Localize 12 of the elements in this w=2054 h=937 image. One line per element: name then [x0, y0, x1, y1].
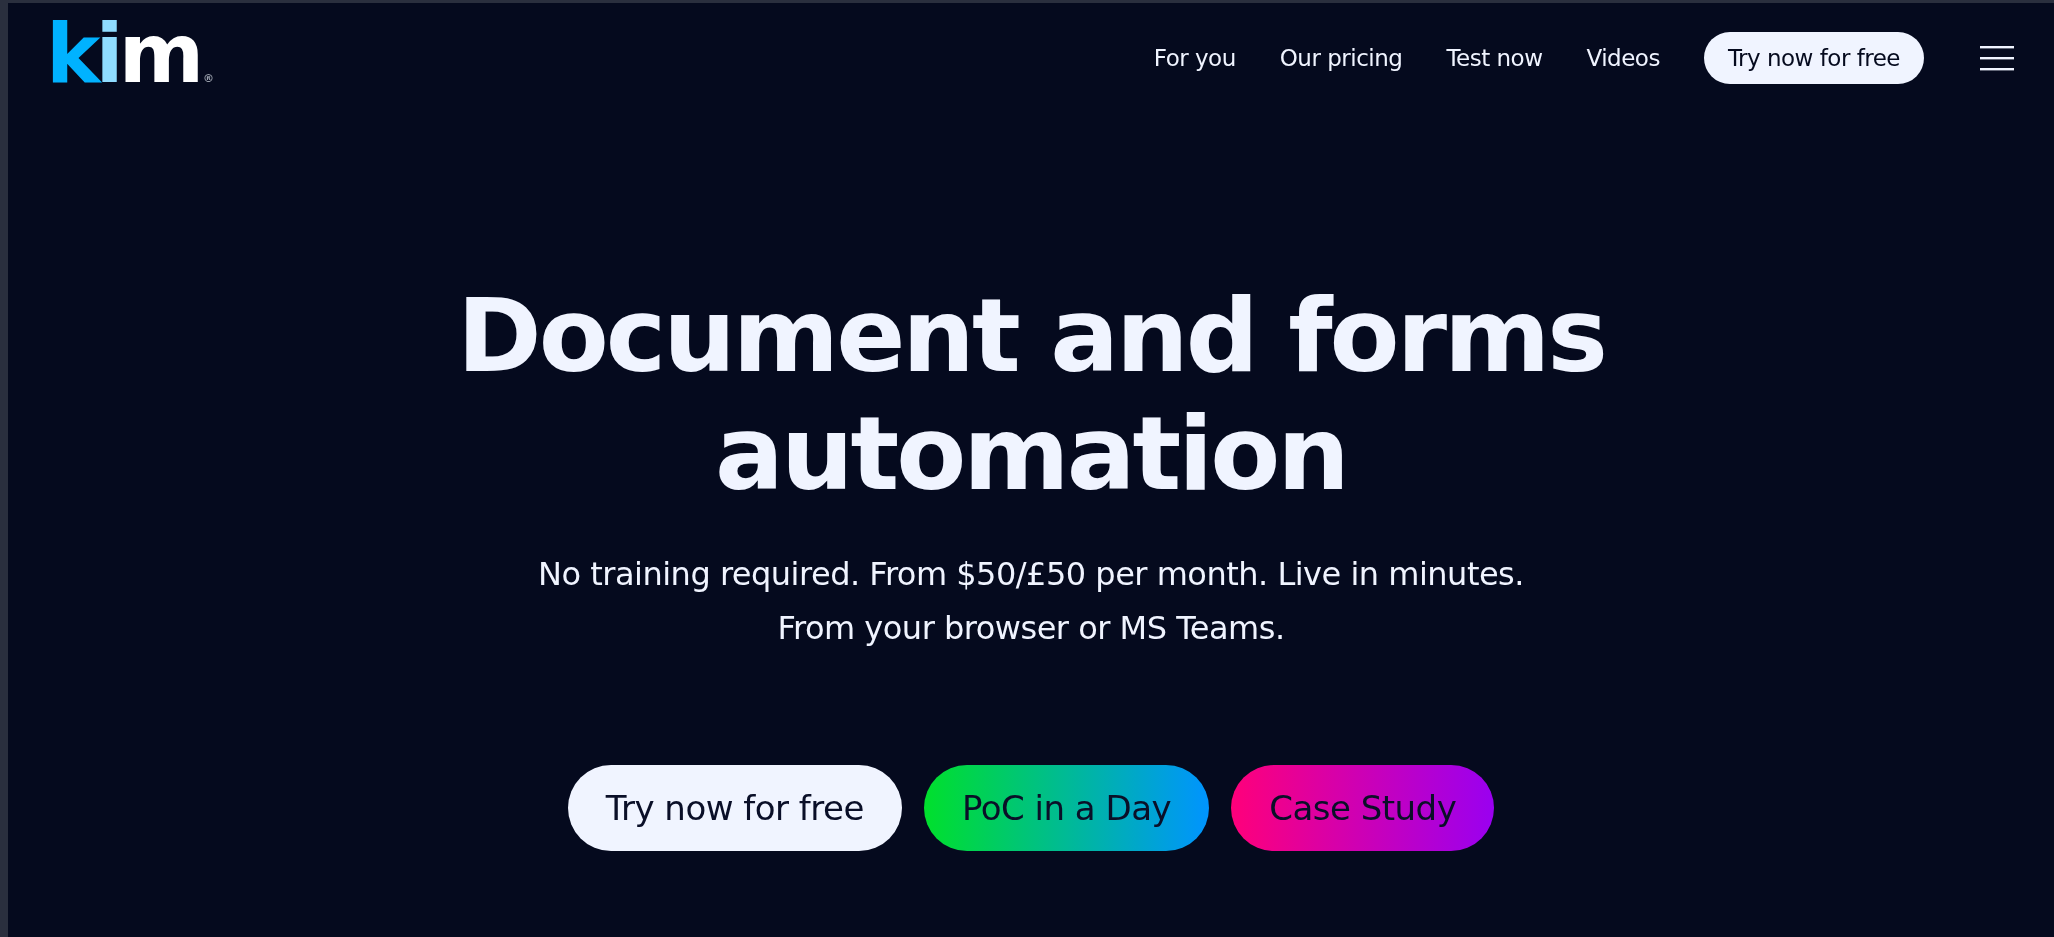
- hero-button[interactable]: Try now for free: [567, 765, 902, 851]
- hero-button[interactable]: Case Study: [1231, 765, 1495, 851]
- try-free-button[interactable]: Try now for free: [1703, 32, 1924, 84]
- logo[interactable]: kim®: [46, 13, 215, 95]
- hero-subtitle: No training required. From $50/£50 per month. Live in minutes. From your browser or MS Teams.: [538, 554, 1524, 649]
- nav-link[interactable]: For you: [1153, 45, 1236, 71]
- hero-title: Document and forms automation: [457, 277, 1605, 513]
- nav-link[interactable]: Videos: [1586, 45, 1660, 71]
- nav-link[interactable]: Test now: [1446, 45, 1543, 71]
- menu-icon[interactable]: [1980, 45, 2014, 71]
- hero-button[interactable]: PoC in a Day: [923, 765, 1210, 851]
- nav-link[interactable]: Our pricing: [1279, 45, 1403, 71]
